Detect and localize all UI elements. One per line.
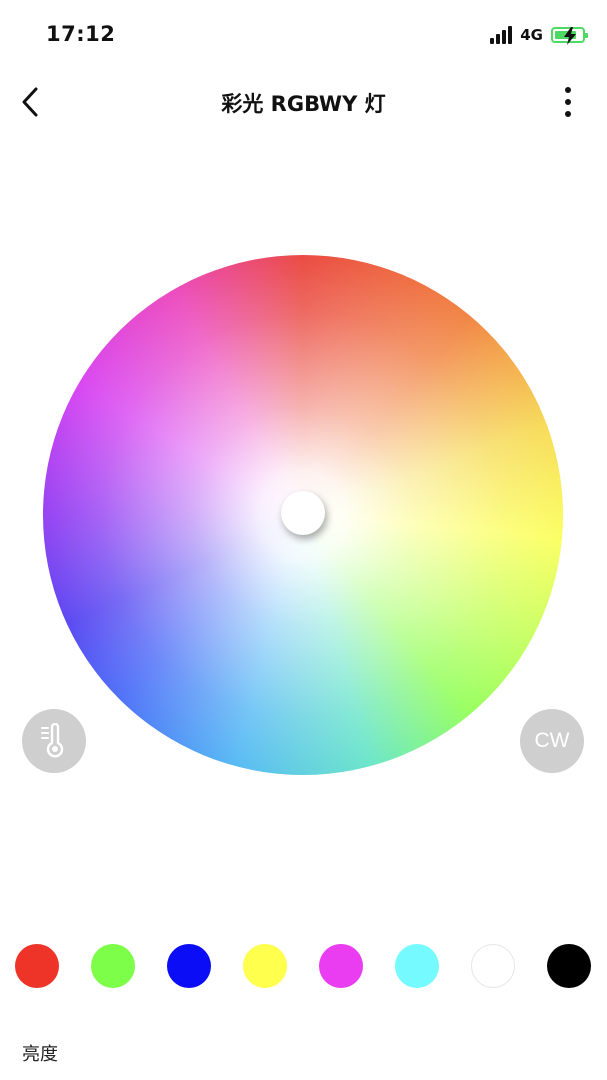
cw-button[interactable]: CW — [520, 709, 584, 773]
nav-bar: 彩光 RGBWY 灯 — [0, 70, 607, 134]
signal-icon — [490, 26, 513, 44]
more-vertical-icon — [565, 87, 571, 93]
status-bar: 17:12 4G — [0, 0, 607, 70]
thermometer-icon — [41, 723, 64, 758]
color-wheel[interactable] — [43, 255, 563, 775]
battery-icon — [551, 27, 588, 45]
cw-label: CW — [534, 729, 570, 752]
network-type: 4G — [520, 26, 543, 44]
status-indicators: 4G — [490, 26, 588, 45]
swatch-yellow[interactable] — [243, 944, 287, 988]
swatch-cyan[interactable] — [395, 944, 439, 988]
color-temperature-button[interactable] — [22, 709, 86, 773]
color-picker-knob[interactable] — [281, 491, 325, 535]
swatch-magenta[interactable] — [319, 944, 363, 988]
charging-bolt-icon — [564, 27, 576, 45]
swatch-white[interactable] — [471, 944, 515, 988]
swatch-red[interactable] — [15, 944, 59, 988]
swatch-blue[interactable] — [167, 944, 211, 988]
page-title: 彩光 RGBWY 灯 — [221, 92, 386, 116]
color-presets — [15, 944, 592, 990]
swatch-green[interactable] — [91, 944, 135, 988]
swatch-black[interactable] — [547, 944, 591, 988]
brightness-label: 亮度 — [22, 1044, 58, 1065]
status-time: 17:12 — [46, 22, 116, 46]
more-button[interactable] — [553, 82, 583, 122]
